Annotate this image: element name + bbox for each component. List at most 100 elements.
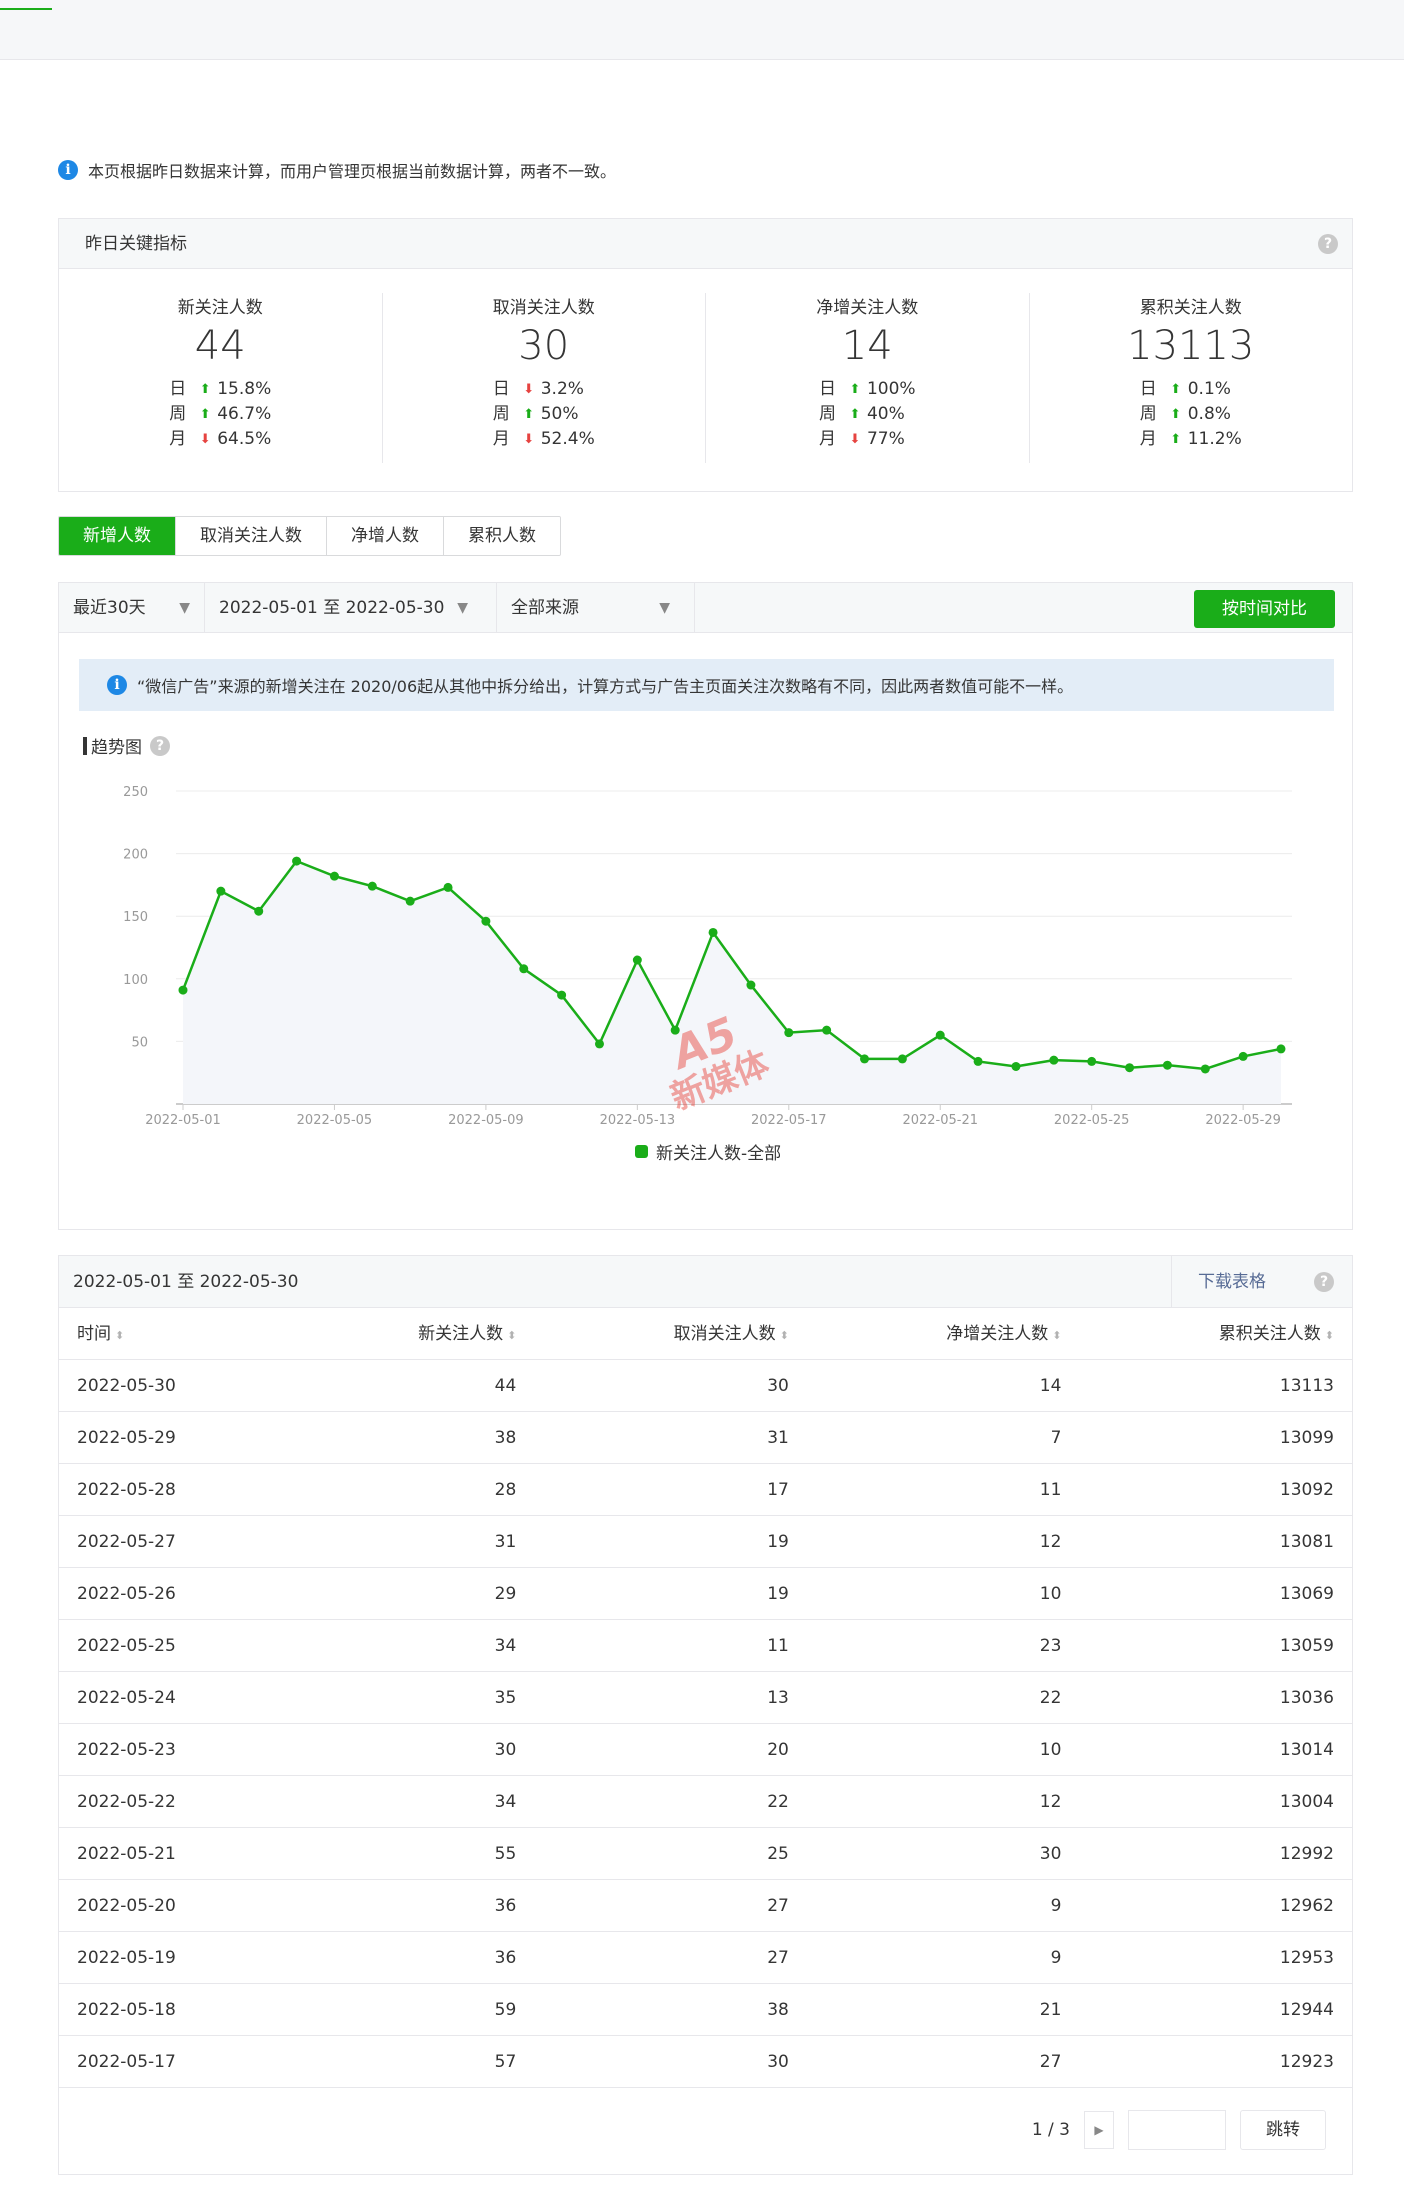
column-header[interactable]: 累积关注人数 ⬍ — [1061, 1308, 1334, 1359]
column-header[interactable]: 新关注人数 ⬍ — [277, 1308, 516, 1359]
table-cell: 12 — [1039, 1792, 1062, 1812]
sort-icon[interactable]: ⬍ — [1052, 1329, 1061, 1342]
pagination: 1 / 3 ▶ 跳转 — [1032, 2110, 1326, 2150]
kpi-stats: 日 ⬆ 0.1% 周 ⬆ 0.8% 月 ⬆ 11.2% — [1140, 377, 1242, 452]
table-cell: 11 — [767, 1636, 789, 1656]
table-cell: 13036 — [1279, 1688, 1334, 1708]
column-header[interactable]: 净增关注人数 ⬍ — [789, 1308, 1061, 1359]
arrow-up-icon: ⬆ — [1170, 432, 1182, 447]
tab-1[interactable]: 取消关注人数 — [176, 517, 327, 555]
data-point — [1200, 1064, 1210, 1074]
table-row: 2022-05-27 31 19 12 13081 — [59, 1516, 1352, 1568]
y-tick-label: 150 — [123, 910, 148, 925]
data-point — [292, 856, 302, 866]
table-cell: 31 — [767, 1428, 789, 1448]
column-header-label: 时间 — [77, 1324, 111, 1344]
table-cell: 12944 — [1279, 2000, 1334, 2020]
table-row: 2022-05-19 36 27 9 12953 — [59, 1932, 1352, 1984]
download-table-button[interactable]: 下载表格 — [1171, 1256, 1292, 1308]
table-cell: 2022-05-29 — [77, 1428, 176, 1448]
table-cell: 55 — [494, 1844, 517, 1864]
table-cell: 13014 — [1279, 1740, 1334, 1760]
table-row: 2022-05-21 55 25 30 12992 — [59, 1828, 1352, 1880]
period-label: 月 — [169, 429, 187, 449]
sort-icon[interactable]: ⬍ — [115, 1329, 124, 1342]
kpi-stat-row: 月 ⬇ 77% — [819, 427, 916, 452]
table-cell: 36 — [494, 1896, 517, 1916]
data-point — [1162, 1060, 1172, 1070]
table-cell: 2022-05-26 — [77, 1584, 176, 1604]
period-label: 周 — [492, 404, 510, 424]
table-cell: 2022-05-24 — [77, 1688, 176, 1708]
table-cell: 13069 — [1279, 1584, 1334, 1604]
sort-icon[interactable]: ⬍ — [780, 1329, 789, 1342]
table-row: 2022-05-23 30 20 10 13014 — [59, 1724, 1352, 1776]
kpi-change-pct: 52.4% — [540, 429, 595, 449]
page-number-input[interactable] — [1128, 2110, 1226, 2150]
data-point — [1087, 1056, 1097, 1066]
top-nav-bar — [0, 0, 1404, 60]
data-point — [1276, 1044, 1286, 1054]
table-cell: 34 — [494, 1636, 517, 1656]
next-page-button[interactable]: ▶ — [1084, 2111, 1114, 2149]
chart-legend[interactable]: 新关注人数-全部 — [635, 1139, 781, 1164]
tab-3[interactable]: 累积人数 — [444, 517, 560, 555]
table-cell: 7 — [1050, 1428, 1062, 1448]
kpi-stats: 日 ⬇ 3.2% 周 ⬆ 50% 月 ⬇ 52.4% — [493, 377, 595, 452]
sort-icon[interactable]: ⬍ — [1325, 1329, 1334, 1342]
table-cell: 23 — [1039, 1636, 1062, 1656]
help-icon[interactable]: ? — [1314, 1272, 1334, 1292]
kpi-stat-row: 日 ⬆ 15.8% — [169, 377, 271, 402]
page-indicator: 1 / 3 — [1031, 2120, 1070, 2140]
key-metrics-title: 昨日关键指标 — [85, 234, 187, 254]
table-cell: 22 — [767, 1792, 789, 1812]
table-row: 2022-05-24 35 13 22 13036 — [59, 1672, 1352, 1724]
arrow-up-icon: ⬆ — [1170, 382, 1182, 397]
data-point — [746, 980, 756, 990]
data-point — [178, 985, 188, 995]
kpi-change-pct: 0.8% — [1187, 404, 1231, 424]
table-row: 2022-05-18 59 38 21 12944 — [59, 1984, 1352, 2036]
table-cell: 14 — [1039, 1376, 1062, 1396]
table-cell: 31 — [494, 1532, 517, 1552]
table-cell: 13 — [767, 1688, 789, 1708]
table-row: 2022-05-22 34 22 12 13004 — [59, 1776, 1352, 1828]
data-point — [443, 882, 453, 892]
data-point — [557, 990, 567, 1000]
info-icon: i — [58, 160, 78, 180]
table-cell: 2022-05-22 — [77, 1792, 176, 1812]
help-icon[interactable]: ? — [1318, 234, 1338, 254]
table-cell: 12923 — [1279, 2052, 1334, 2072]
kpi-stat-row: 月 ⬆ 11.2% — [1140, 427, 1242, 452]
kpi-value: 13113 — [1127, 323, 1255, 369]
tab-2[interactable]: 净增人数 — [327, 517, 444, 555]
table-cell: 13092 — [1279, 1480, 1334, 1500]
kpi-stats: 日 ⬆ 15.8% 周 ⬆ 46.7% 月 ⬇ 64.5% — [169, 377, 271, 452]
kpi-stat-row: 日 ⬆ 0.1% — [1140, 377, 1242, 402]
tab-0[interactable]: 新增人数 — [59, 517, 176, 555]
jump-button[interactable]: 跳转 — [1240, 2110, 1326, 2150]
period-label: 日 — [492, 379, 510, 399]
table-cell: 12992 — [1279, 1844, 1334, 1864]
key-metrics-row: 新关注人数 44 日 ⬆ 15.8% 周 ⬆ 46.7% 月 ⬇ 64.5% 取… — [59, 269, 1352, 491]
table-cell: 2022-05-25 — [77, 1636, 176, 1656]
x-tick-label: 2022-05-29 — [1205, 1113, 1281, 1128]
table-cell: 21 — [1039, 2000, 1062, 2020]
kpi-stat-row: 日 ⬆ 100% — [819, 377, 916, 402]
table-cell: 11 — [1039, 1480, 1062, 1500]
arrow-up-icon: ⬆ — [199, 407, 211, 422]
sort-icon[interactable]: ⬍ — [507, 1329, 516, 1342]
legend-swatch — [635, 1145, 648, 1158]
table-row: 2022-05-30 44 30 14 13113 — [59, 1360, 1352, 1412]
legend-label: 新关注人数-全部 — [656, 1144, 782, 1164]
kpi-change-pct: 64.5% — [217, 429, 272, 449]
table-cell: 9 — [1050, 1896, 1062, 1916]
period-label: 日 — [1139, 379, 1157, 399]
column-header[interactable]: 时间 ⬍ — [77, 1308, 277, 1359]
column-header-label: 新关注人数 — [418, 1324, 504, 1344]
table-row: 2022-05-26 29 19 10 13069 — [59, 1568, 1352, 1620]
column-header[interactable]: 取消关注人数 ⬍ — [516, 1308, 789, 1359]
x-tick-label: 2022-05-21 — [902, 1113, 978, 1128]
table-cell: 10 — [1039, 1584, 1062, 1604]
data-point — [935, 1030, 945, 1040]
